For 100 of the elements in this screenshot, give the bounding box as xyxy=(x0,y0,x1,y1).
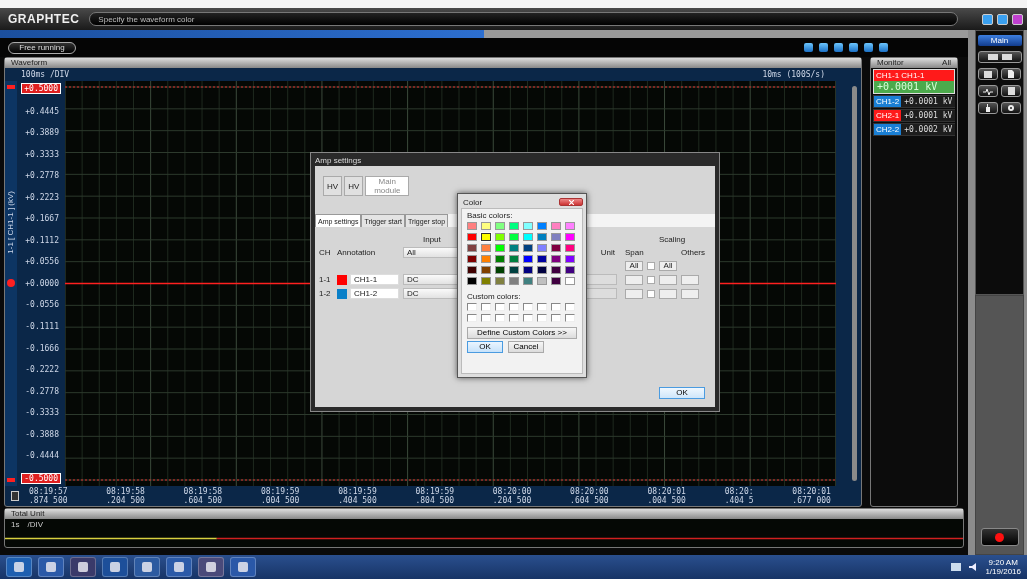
taskbar-button[interactable] xyxy=(230,557,256,577)
module-button[interactable]: HV xyxy=(323,176,343,196)
wave-button[interactable] xyxy=(978,85,998,97)
color-swatch[interactable] xyxy=(467,222,477,230)
color-swatch[interactable] xyxy=(509,277,519,285)
empty-swatch[interactable] xyxy=(537,303,547,311)
hand-button[interactable] xyxy=(978,102,998,114)
color-swatch[interactable] xyxy=(337,274,347,285)
color-swatch[interactable] xyxy=(565,233,575,241)
monitor-row[interactable]: CH1-1 CH1-1 +0.0001 kV xyxy=(873,69,955,94)
color-swatch[interactable] xyxy=(537,244,547,252)
color-swatch[interactable] xyxy=(551,266,561,274)
annotation-field[interactable]: CH1-1 xyxy=(350,274,399,285)
color-swatch[interactable] xyxy=(523,255,533,263)
color-swatch[interactable] xyxy=(565,244,575,252)
start-button[interactable] xyxy=(6,557,32,577)
color-swatch[interactable] xyxy=(537,233,547,241)
empty-swatch[interactable] xyxy=(523,303,533,311)
color-swatch[interactable] xyxy=(481,255,491,263)
color-swatch[interactable] xyxy=(495,244,505,252)
lower-limit-marker[interactable] xyxy=(7,478,15,482)
color-swatch[interactable] xyxy=(481,277,491,285)
window-button[interactable] xyxy=(978,68,998,80)
empty-swatch[interactable] xyxy=(551,314,561,322)
empty-swatch[interactable] xyxy=(481,314,491,322)
taskbar-button[interactable] xyxy=(102,557,128,577)
color-swatch[interactable] xyxy=(565,277,575,285)
empty-swatch[interactable] xyxy=(565,303,575,311)
define-colors-button[interactable]: Define Custom Colors >> xyxy=(467,327,577,339)
color-swatch[interactable] xyxy=(551,277,561,285)
close-button[interactable] xyxy=(559,198,583,206)
color-swatch[interactable] xyxy=(537,222,547,230)
empty-swatch[interactable] xyxy=(495,303,505,311)
record-button[interactable] xyxy=(980,528,1019,546)
color-swatch[interactable] xyxy=(467,266,477,274)
empty-swatch[interactable] xyxy=(565,314,575,322)
color-swatch[interactable] xyxy=(551,244,561,252)
empty-swatch[interactable] xyxy=(509,314,519,322)
color-swatch[interactable] xyxy=(523,277,533,285)
color-swatch[interactable] xyxy=(551,255,561,263)
taskbar-button[interactable] xyxy=(134,557,160,577)
zero-marker[interactable] xyxy=(7,279,15,287)
others-button[interactable] xyxy=(681,288,699,299)
ok-button[interactable]: OK xyxy=(467,341,503,353)
scaling-all-button[interactable]: All xyxy=(659,261,677,271)
color-swatch[interactable] xyxy=(537,266,547,274)
color-swatch[interactable] xyxy=(481,233,491,241)
color-swatch[interactable] xyxy=(467,233,477,241)
scaling-button[interactable] xyxy=(659,274,677,285)
color-swatch[interactable] xyxy=(495,233,505,241)
module-button[interactable]: HV xyxy=(344,176,364,196)
empty-swatch[interactable] xyxy=(481,303,491,311)
color-swatch[interactable] xyxy=(523,222,533,230)
color-swatch[interactable] xyxy=(495,277,505,285)
monitor-row[interactable]: CH2-2 +0.0002 kV xyxy=(873,123,955,136)
scaling-button[interactable] xyxy=(659,288,677,299)
color-swatch[interactable] xyxy=(565,266,575,274)
span-button[interactable] xyxy=(625,288,643,299)
color-swatch[interactable] xyxy=(509,222,519,230)
checkbox[interactable] xyxy=(647,289,655,298)
main-tab[interactable]: Main xyxy=(977,35,1022,46)
annotation-field[interactable]: CH1-2 xyxy=(350,288,399,299)
taskbar-button[interactable] xyxy=(70,557,96,577)
network-icon[interactable] xyxy=(951,563,962,571)
upper-limit-marker[interactable] xyxy=(7,85,15,89)
restore-button[interactable] xyxy=(997,13,1008,25)
color-swatch[interactable] xyxy=(481,266,491,274)
color-swatch[interactable] xyxy=(481,244,491,252)
color-swatch[interactable] xyxy=(523,233,533,241)
panel-button[interactable] xyxy=(1001,85,1021,97)
color-swatch[interactable] xyxy=(551,233,561,241)
color-swatch[interactable] xyxy=(537,277,547,285)
layout-button[interactable] xyxy=(977,51,1022,63)
color-swatch[interactable] xyxy=(565,222,575,230)
span-all-button[interactable]: All xyxy=(625,261,643,271)
taskbar-button[interactable] xyxy=(198,557,224,577)
ok-button[interactable]: OK xyxy=(659,387,705,399)
color-swatch[interactable] xyxy=(565,255,575,263)
color-swatch[interactable] xyxy=(495,222,505,230)
color-swatch[interactable] xyxy=(509,244,519,252)
checkbox[interactable] xyxy=(647,275,655,284)
empty-swatch[interactable] xyxy=(537,314,547,322)
color-swatch[interactable] xyxy=(481,222,491,230)
color-swatch[interactable] xyxy=(509,255,519,263)
color-swatch[interactable] xyxy=(523,244,533,252)
empty-swatch[interactable] xyxy=(523,314,533,322)
cancel-button[interactable]: Cancel xyxy=(508,341,544,353)
file-button[interactable] xyxy=(1001,68,1021,80)
monitor-row[interactable]: CH1-2 +0.0001 kV xyxy=(873,95,955,108)
empty-swatch[interactable] xyxy=(467,303,477,311)
speaker-icon[interactable] xyxy=(969,563,978,571)
taskbar-button[interactable] xyxy=(166,557,192,577)
color-swatch[interactable] xyxy=(467,255,477,263)
mode-button[interactable]: Free running xyxy=(8,41,76,54)
color-swatch[interactable] xyxy=(551,222,561,230)
minimize-button[interactable] xyxy=(982,13,993,25)
others-button[interactable] xyxy=(681,274,699,285)
color-swatch[interactable] xyxy=(495,255,505,263)
color-swatch[interactable] xyxy=(523,266,533,274)
color-swatch[interactable] xyxy=(337,288,347,299)
